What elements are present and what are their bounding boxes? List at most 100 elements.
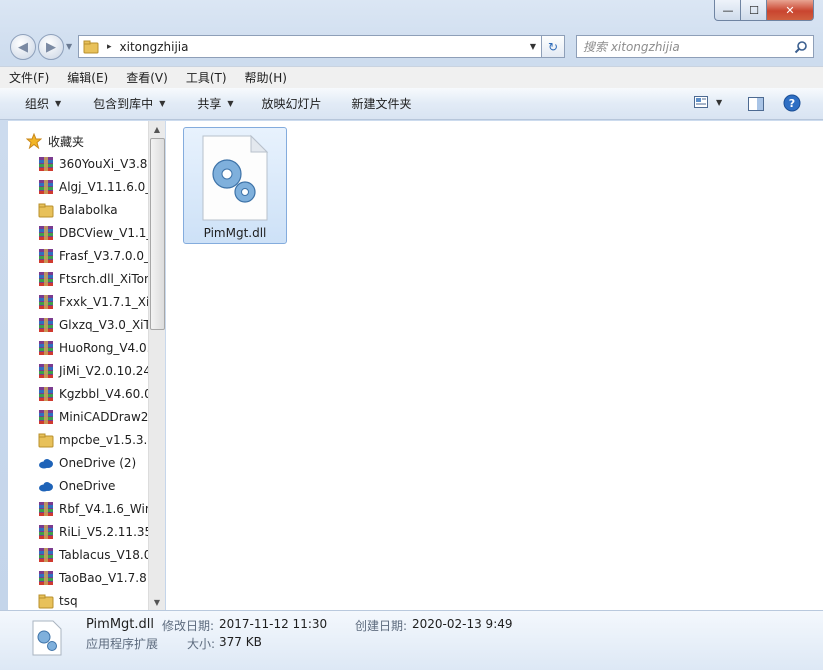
rar-icon	[38, 547, 54, 563]
breadcrumb-current-folder[interactable]: xitongzhijia	[120, 40, 189, 54]
address-bar[interactable]: ▸ xitongzhijia ▼	[78, 35, 542, 58]
help-icon[interactable]: ?	[783, 94, 801, 112]
rar-icon	[38, 225, 54, 241]
minimize-icon: —	[722, 3, 734, 17]
navigation-pane[interactable]: 收藏夹 360YouXi_V3.8.1 Algj_V1.11.6.0_X Balab…	[8, 121, 165, 610]
menu-file[interactable]: 文件(F)	[0, 69, 58, 86]
onedrive-icon	[38, 478, 54, 494]
change-view-button[interactable]: ▼	[694, 96, 722, 108]
rar-icon	[38, 501, 54, 517]
nav-item-label: Glxzq_V3.0_XiTo	[59, 318, 157, 332]
nav-item[interactable]: Tablacus_V18.0	[8, 544, 151, 566]
breadcrumb-separator-icon[interactable]: ▸	[107, 42, 112, 52]
nav-item[interactable]: OneDrive	[8, 475, 115, 497]
nav-item[interactable]: JiMi_V2.0.10.24_	[8, 360, 157, 382]
dll-gear-icon	[32, 620, 62, 656]
rar-icon	[38, 524, 54, 540]
nav-item[interactable]: mpcbe_v1.5.3.4	[8, 429, 155, 451]
nav-item[interactable]: 360YouXi_V3.8.1	[8, 153, 159, 175]
slideshow-label: 放映幻灯片	[261, 97, 322, 111]
nav-item[interactable]: Rbf_V4.1.6_Win8	[8, 498, 160, 520]
explorer-window: — ☐ ✕ ◀ ▶ ▼ ▸ xitongzhijia ▼ ↻ 搜索 xitong…	[0, 0, 823, 670]
modified-date-value: 2017-11-12 11:30	[219, 617, 328, 631]
nav-item[interactable]: Frasf_V3.7.0.0_X	[8, 245, 158, 267]
rar-icon	[38, 340, 54, 356]
nav-scrollbar[interactable]: ▲ ▼	[148, 121, 165, 610]
file-list-area[interactable]: PimMgt.dll	[166, 121, 823, 610]
nav-item[interactable]: Algj_V1.11.6.0_X	[8, 176, 160, 198]
created-date-label: 创建日期:	[355, 619, 408, 633]
maximize-button[interactable]: ☐	[740, 0, 768, 21]
rar-icon	[38, 156, 54, 172]
organize-label: 组织	[25, 97, 50, 111]
nav-item[interactable]: Glxzq_V3.0_XiTo	[8, 314, 156, 336]
details-pane: PimMgt.dll 应用程序扩展 修改日期: 2017-11-12 11:30…	[0, 610, 823, 670]
share-button[interactable]: 共享 ▼	[179, 95, 247, 112]
nav-item-label: mpcbe_v1.5.3.4	[59, 433, 155, 447]
forward-button[interactable]: ▶	[38, 34, 64, 60]
menu-tools[interactable]: 工具(T)	[177, 69, 236, 86]
nav-item[interactable]: MiniCADDraw20	[8, 406, 156, 428]
rar-icon	[38, 179, 54, 195]
close-icon: ✕	[785, 3, 795, 17]
search-input[interactable]: 搜索 xitongzhijia	[577, 38, 794, 55]
forward-arrow-icon: ▶	[46, 39, 56, 55]
new-folder-label: 新建文件夹	[351, 97, 412, 111]
nav-item[interactable]: Fxxk_V1.7.1_XiTo	[8, 291, 162, 313]
maximize-icon: ☐	[749, 3, 759, 17]
rar-icon	[38, 386, 54, 402]
scrollbar-thumb[interactable]	[150, 138, 165, 330]
nav-item[interactable]: Balabolka	[8, 199, 118, 221]
nav-favorites[interactable]: 收藏夹	[8, 130, 84, 152]
nav-item-label: tsq	[59, 594, 78, 608]
scroll-up-arrow-icon[interactable]: ▲	[149, 121, 165, 137]
back-arrow-icon: ◀	[18, 39, 28, 55]
rar-icon	[38, 363, 54, 379]
recent-pages-dropdown-icon[interactable]: ▼	[66, 42, 72, 51]
chevron-down-icon: ▼	[227, 99, 234, 108]
back-button[interactable]: ◀	[10, 34, 36, 60]
folder-icon	[38, 202, 54, 218]
nav-item[interactable]: tsq	[8, 590, 78, 610]
onedrive-icon	[38, 455, 54, 471]
nav-item-label: Rbf_V4.1.6_Win8	[59, 502, 161, 516]
new-folder-button[interactable]: 新建文件夹	[336, 95, 426, 112]
nav-item-label: Frasf_V3.7.0.0_X	[59, 249, 159, 263]
menu-help[interactable]: 帮助(H)	[236, 69, 296, 86]
chevron-down-icon: ▼	[55, 99, 62, 108]
nav-item-label: HuoRong_V4.0.	[59, 341, 151, 355]
nav-item[interactable]: HuoRong_V4.0.	[8, 337, 150, 359]
refresh-button[interactable]: ↻	[541, 35, 565, 58]
include-in-library-button[interactable]: 包含到库中 ▼	[75, 95, 179, 112]
share-label: 共享	[197, 97, 222, 111]
nav-item-label: RiLi_V5.2.11.354	[59, 525, 160, 539]
nav-item-label: JiMi_V2.0.10.24_	[59, 364, 158, 378]
nav-item[interactable]: TaoBao_V1.7.8.	[8, 567, 151, 589]
search-box[interactable]: 搜索 xitongzhijia	[576, 35, 814, 58]
nav-item-label: Kgzbbl_V4.60.0	[59, 387, 152, 401]
search-icon[interactable]	[794, 40, 808, 54]
organize-button[interactable]: 组织 ▼	[0, 95, 75, 112]
close-button[interactable]: ✕	[766, 0, 814, 21]
nav-item[interactable]: DBCView_V1.1_X	[8, 222, 161, 244]
view-icon	[694, 96, 708, 108]
folder-icon	[83, 40, 99, 53]
size-label: 大小:	[187, 637, 216, 651]
nav-item[interactable]: RiLi_V5.2.11.354	[8, 521, 160, 543]
size-value: 377 KB	[219, 635, 262, 649]
menu-edit[interactable]: 编辑(E)	[58, 69, 117, 86]
star-icon	[26, 133, 42, 149]
scroll-down-arrow-icon[interactable]: ▼	[149, 594, 165, 610]
address-history-dropdown-icon[interactable]: ▼	[530, 42, 536, 51]
chevron-down-icon: ▼	[159, 99, 166, 108]
slideshow-button[interactable]: 放映幻灯片	[248, 95, 336, 112]
minimize-button[interactable]: —	[714, 0, 742, 21]
file-name-label: PimMgt.dll	[203, 226, 267, 240]
file-item[interactable]: PimMgt.dll	[183, 127, 287, 244]
nav-item[interactable]: Ftsrch.dll_XiTon	[8, 268, 152, 290]
nav-item-label: Ftsrch.dll_XiTon	[59, 272, 152, 286]
nav-item[interactable]: OneDrive (2)	[8, 452, 136, 474]
menu-view[interactable]: 查看(V)	[117, 69, 177, 86]
preview-pane-icon[interactable]	[748, 97, 764, 111]
nav-item[interactable]: Kgzbbl_V4.60.0	[8, 383, 152, 405]
